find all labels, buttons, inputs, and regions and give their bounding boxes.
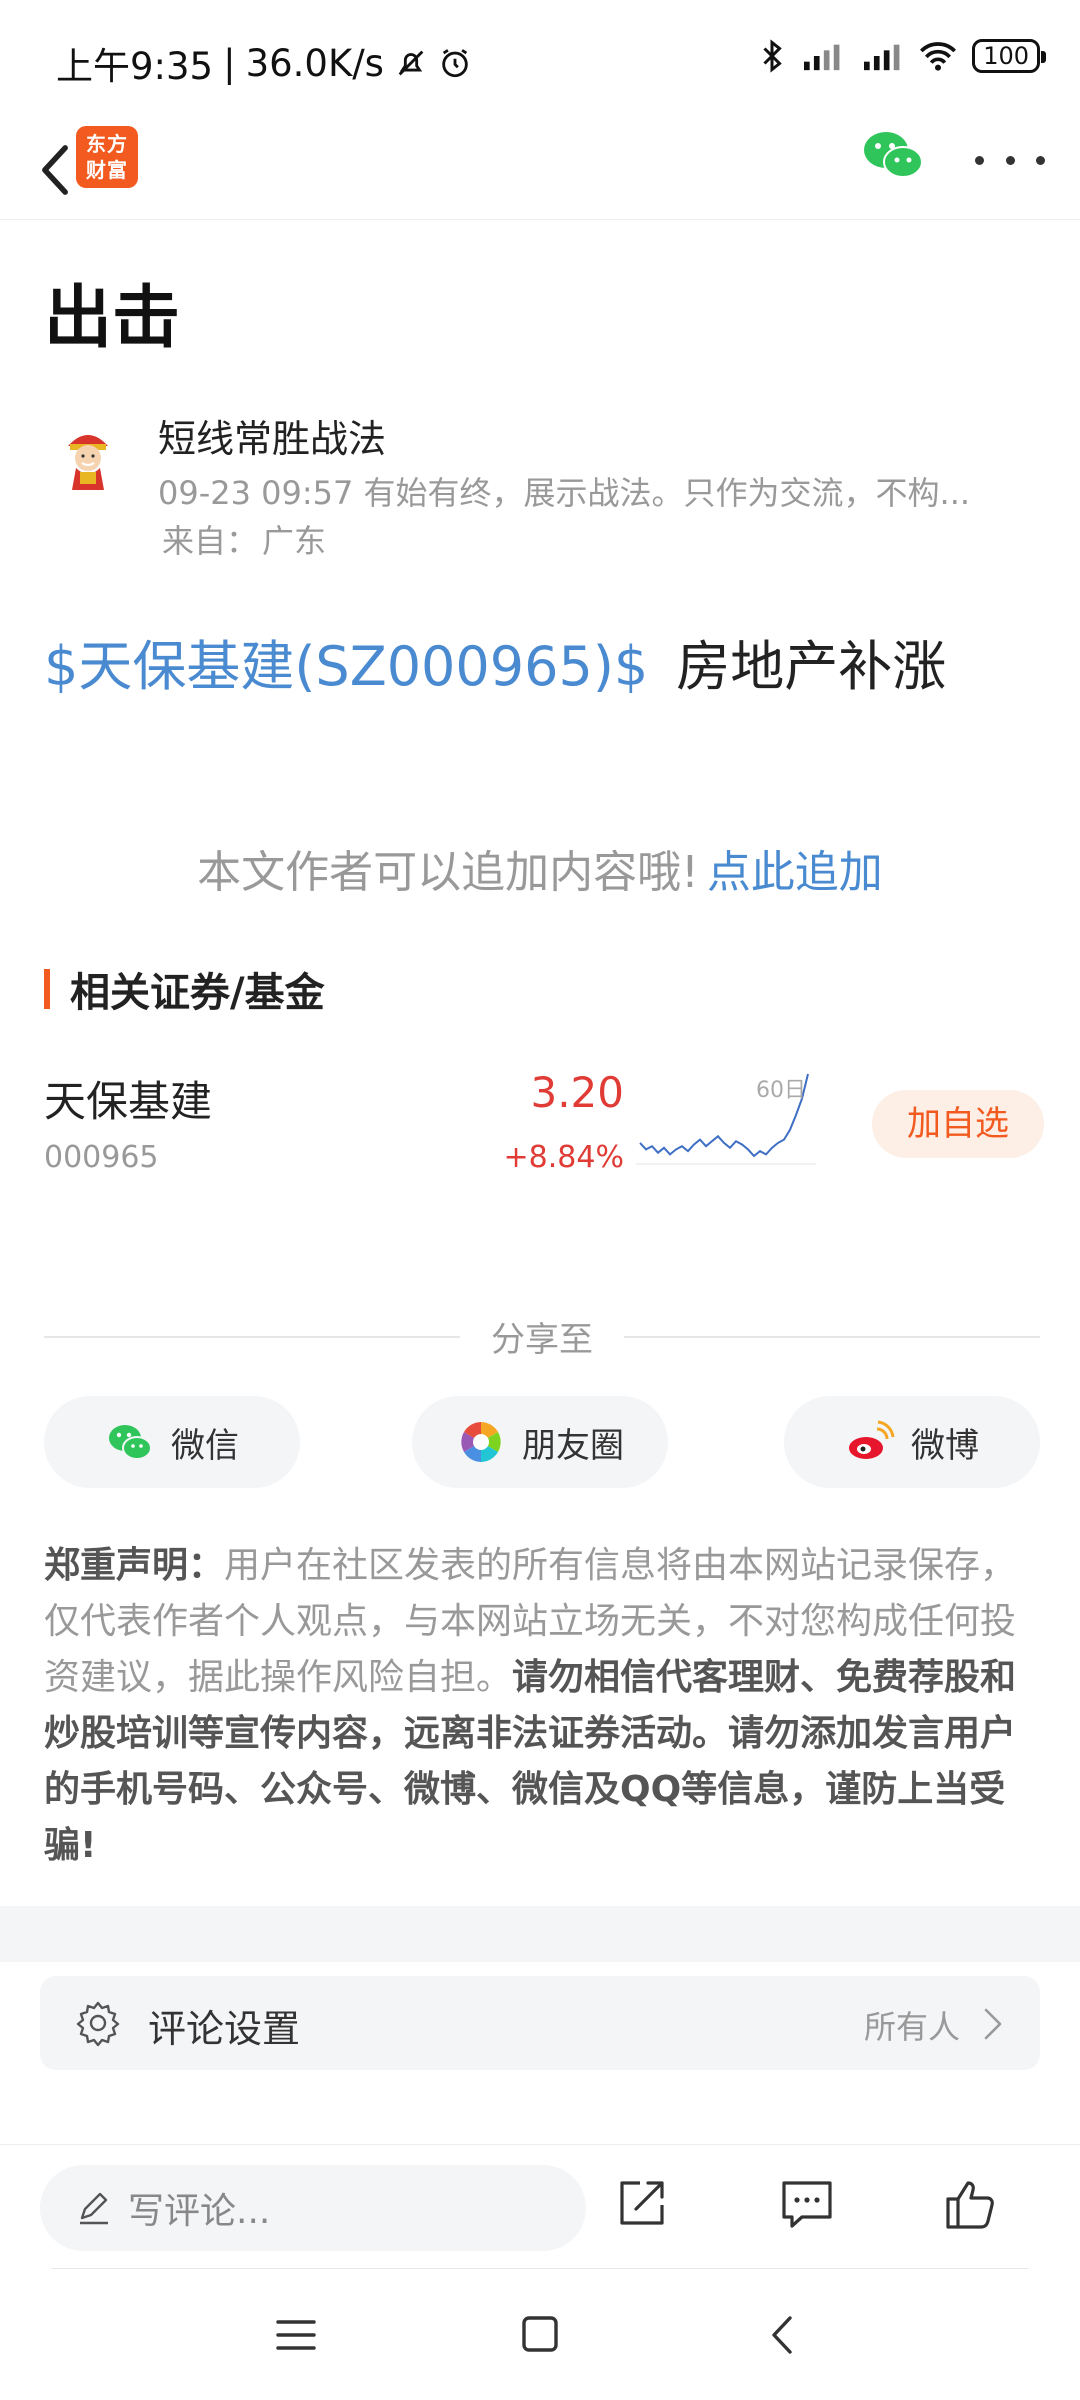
stock-price: 3.20 — [530, 1068, 624, 1117]
app-bar: 东方 财富 — [0, 120, 1080, 220]
add-to-watchlist-button[interactable]: 加自选 — [872, 1090, 1044, 1158]
alarm-icon — [442, 49, 468, 78]
dot-icon — [975, 155, 984, 165]
append-link[interactable]: 点此追加 — [707, 847, 883, 898]
status-separator: | — [223, 41, 236, 85]
comment-settings-label: 评论设置 — [148, 2007, 301, 2051]
disclaimer: 郑重声明：用户在社区发表的所有信息将由本网站记录保存，仅代表作者个人观点，与本网… — [44, 1538, 1040, 1874]
signal-icon — [804, 44, 840, 71]
share-wechat-button[interactable]: 微信 — [44, 1396, 300, 1488]
article-content: $天保基建(SZ000965)$ 房地产补涨 — [44, 622, 946, 701]
logo-line-2: 财富 — [86, 158, 128, 182]
comment-settings-row[interactable]: 评论设置 所有人 — [40, 1976, 1040, 2070]
sparkline-label: 60日 — [756, 1078, 806, 1103]
more-options-button[interactable] — [975, 145, 1045, 175]
logo-line-1: 东方 — [86, 132, 128, 156]
share-wechat-label: 微信 — [171, 1425, 239, 1466]
section-separator — [0, 1906, 1080, 1962]
stock-change: +8.84% — [503, 1140, 624, 1175]
status-left: 上午9:35 | 36.0K/s — [56, 36, 472, 90]
battery-icon: 100 — [972, 39, 1046, 73]
status-right: 100 — [760, 38, 1046, 74]
dot-icon — [1005, 155, 1015, 165]
divider-line — [624, 1336, 1040, 1338]
app-logo: 东方 财富 — [76, 126, 138, 188]
append-prompt: 本文作者可以追加内容哦! — [197, 847, 699, 898]
gear-icon — [76, 2001, 120, 2047]
comment-settings-value: 所有人 — [863, 2008, 960, 2046]
append-prompt-row: 本文作者可以追加内容哦! 点此追加 — [0, 836, 1080, 900]
share-moments-label: 朋友圈 — [522, 1425, 624, 1466]
stock-name: 天保基建 — [44, 1077, 213, 1126]
weibo-icon — [849, 1420, 895, 1459]
article-title: 出击 — [44, 279, 181, 358]
post-location: 来自： 广东 — [158, 516, 326, 562]
location-label: 来自： — [162, 522, 259, 560]
author-row[interactable]: 短线常胜战法 09-23 09:57 有始有终，展示战法。只作为交流，不构...… — [44, 400, 1044, 560]
share-icon[interactable] — [610, 2173, 672, 2235]
related-stock-card[interactable]: 天保基建 000965 3.20 +8.84% 60日 加自选 — [44, 1060, 1044, 1180]
dot-icon — [1036, 155, 1045, 165]
status-bar: 上午9:35 | 36.0K/s 100 — [0, 0, 1080, 120]
pencil-icon — [80, 2192, 108, 2225]
chevron-right-icon — [984, 2008, 1002, 2040]
nav-divider — [52, 2268, 1028, 2269]
battery-level: 100 — [983, 42, 1029, 70]
section-title: 相关证券/基金 — [70, 970, 325, 1016]
network-speed: 36.0K/s — [245, 41, 384, 85]
mute-icon — [398, 50, 424, 76]
thumbs-up-icon[interactable] — [940, 2173, 1002, 2235]
avatar[interactable] — [52, 420, 124, 492]
related-section-header: 相关证券/基金 — [44, 966, 325, 1016]
location-value: 广东 — [262, 522, 327, 560]
author-name[interactable]: 短线常胜战法 — [158, 408, 386, 463]
share-row: 微信 朋友圈 微博 — [44, 1396, 1040, 1488]
bottom-action-bar: 写评论... — [0, 2144, 1080, 2264]
chevron-left-icon — [42, 145, 68, 195]
post-meta: 09-23 09:57 有始有终，展示战法。只作为交流，不构... — [158, 474, 971, 512]
stock-link[interactable]: $天保基建(SZ000965)$ — [44, 635, 648, 698]
disclaimer-lead: 郑重声明： — [44, 1545, 225, 1586]
back-nav-icon[interactable] — [754, 2310, 814, 2360]
comment-input[interactable]: 写评论... — [40, 2165, 586, 2251]
comment-placeholder: 写评论... — [128, 2191, 271, 2232]
wechat-icon — [109, 1425, 152, 1460]
comment-icon[interactable] — [776, 2173, 838, 2235]
status-time: 上午9:35 — [56, 45, 214, 88]
share-weibo-button[interactable]: 微博 — [784, 1396, 1040, 1488]
share-moments-button[interactable]: 朋友圈 — [412, 1396, 668, 1488]
section-accent-bar — [44, 969, 50, 1009]
signal-icon — [864, 44, 900, 71]
wechat-share-icon[interactable] — [858, 120, 928, 190]
system-navigation — [0, 2290, 1080, 2380]
stock-code: 000965 — [44, 1140, 159, 1175]
share-weibo-label: 微博 — [911, 1425, 979, 1466]
content-text: 房地产补涨 — [676, 635, 947, 698]
moments-icon — [461, 1422, 501, 1462]
wifi-icon — [920, 42, 957, 71]
home-icon[interactable] — [510, 2310, 570, 2360]
share-divider: 分享至 — [44, 1312, 1040, 1362]
bluetooth-icon — [763, 39, 782, 73]
recent-apps-icon[interactable] — [266, 2310, 326, 2360]
